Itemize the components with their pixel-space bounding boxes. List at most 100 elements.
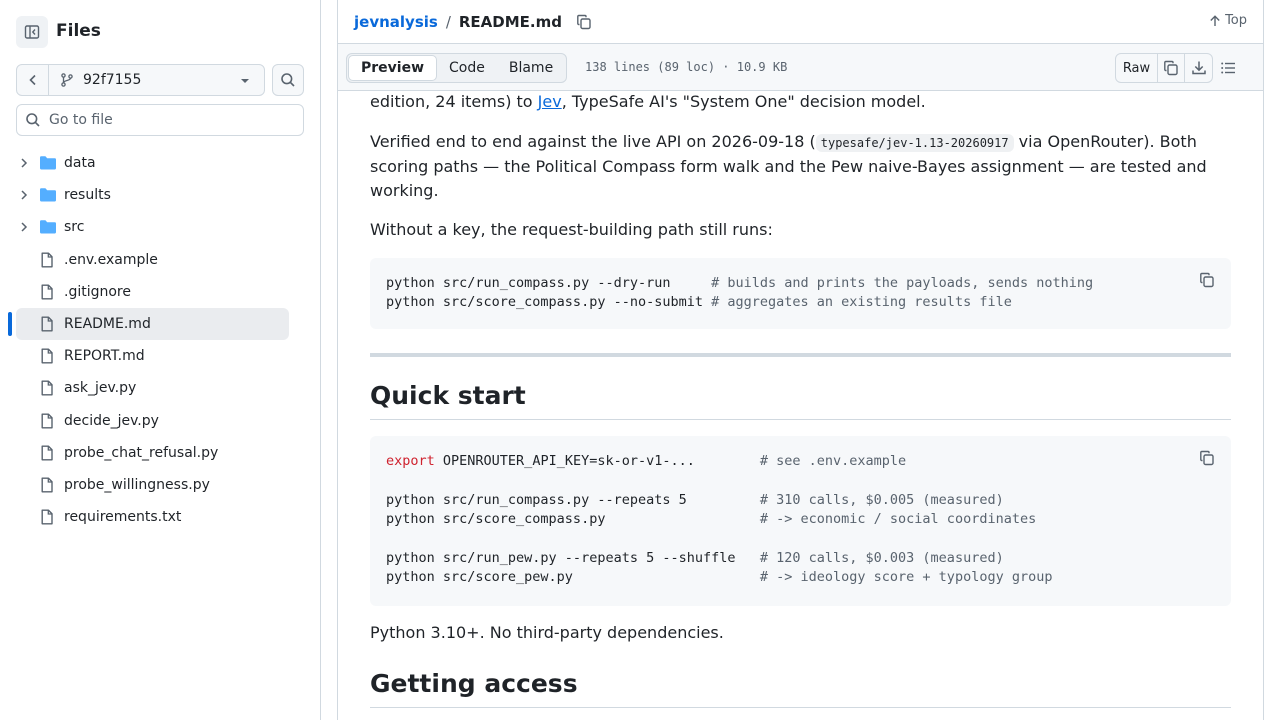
file-icon-wrap (39, 252, 55, 272)
copy-raw-button[interactable] (1158, 54, 1185, 82)
tree-file[interactable]: README.md (0, 307, 320, 340)
copy-icon (1200, 450, 1214, 466)
copy-icon (1200, 272, 1214, 288)
raw-button[interactable]: Raw (1116, 54, 1158, 82)
tree-item-label: probe_chat_refusal.py (64, 444, 219, 461)
tree-file[interactable]: .gitignore (0, 276, 320, 308)
paragraph-text: edition, 24 items) to (370, 92, 538, 111)
file-view: jevnalysis / README.md Top Preview Code … (337, 0, 1264, 720)
file-icon (41, 509, 53, 525)
file-icon-wrap (39, 316, 55, 336)
file-icon (41, 284, 53, 300)
go-to-file (16, 104, 304, 136)
file-icon-wrap (39, 284, 55, 304)
tree-item-label: README.md (64, 315, 151, 332)
code-block: export OPENROUTER_API_KEY=sk-or-v1-... #… (370, 436, 1231, 606)
tree-file[interactable]: decide_jev.py (0, 405, 320, 437)
sidebar-title: Files (56, 21, 101, 41)
search-icon (281, 73, 295, 87)
collapse-sidebar-button[interactable] (16, 16, 48, 48)
file-icon (41, 413, 53, 428)
file-icon (41, 316, 53, 332)
heading-divider (370, 419, 1231, 420)
copy-icon (1164, 60, 1178, 76)
tree-item-label: REPORT.md (64, 348, 145, 365)
file-icon (41, 380, 53, 396)
arrow-up-icon (1210, 14, 1220, 26)
chevron-right-icon (21, 190, 28, 200)
file-icon-wrap (39, 445, 55, 465)
git-branch-icon (61, 73, 73, 87)
download-button[interactable] (1185, 54, 1212, 82)
file-header: jevnalysis / README.md Top (338, 0, 1263, 44)
heading-getting-access: Getting access (370, 669, 578, 698)
tree-folder[interactable]: data (0, 147, 320, 179)
repo-link[interactable]: jevnalysis (354, 12, 438, 32)
code-block: python src/run_compass.py --dry-run # bu… (370, 258, 1231, 329)
tree-file[interactable]: ask_jev.py (0, 372, 320, 404)
tree-item-label: requirements.txt (64, 509, 182, 526)
caret-down-icon (241, 79, 249, 83)
file-meta: 138 lines (89 loc) · 10.9 KB (585, 60, 788, 74)
branch-name: 92f7155 (83, 72, 142, 88)
file-icon (41, 445, 53, 461)
paragraph: edition, 24 items) to Jev, TypeSafe AI's… (370, 91, 1232, 114)
tree-file[interactable]: probe_chat_refusal.py (0, 437, 320, 469)
chevron-left-icon (28, 74, 36, 86)
jev-link[interactable]: Jev (538, 92, 562, 111)
paragraph-text: Verified end to end against the live API… (370, 132, 816, 151)
folder-icon-wrap (39, 219, 57, 239)
folder-icon (40, 220, 56, 234)
sidebar-collapse-icon (24, 25, 40, 39)
scroll-top-link[interactable]: Top (1209, 13, 1247, 28)
top-link-label: Top (1225, 13, 1247, 28)
folder-icon (40, 156, 56, 170)
tree-item-label: probe_willingness.py (64, 476, 210, 493)
copy-path-button[interactable] (576, 14, 592, 30)
branch-select[interactable]: 92f7155 (49, 65, 264, 95)
list-unordered-icon (1221, 62, 1235, 74)
tree-item-label: src (64, 219, 85, 236)
tree-item-label: .gitignore (64, 283, 131, 300)
file-icon (41, 348, 53, 364)
readme-content: edition, 24 items) to Jev, TypeSafe AI's… (370, 91, 1232, 720)
file-icon-wrap (39, 477, 55, 497)
search-icon (26, 113, 40, 127)
search-files-button[interactable] (272, 64, 304, 96)
selected-highlight (16, 307, 289, 340)
download-icon (1191, 61, 1206, 75)
tree-file[interactable]: REPORT.md (0, 340, 320, 372)
folder-icon-wrap (39, 155, 57, 175)
breadcrumb-separator: / (445, 13, 451, 31)
folder-icon (40, 188, 56, 202)
back-button[interactable] (17, 65, 49, 95)
file-toolbar: Preview Code Blame 138 lines (89 loc) · … (338, 44, 1263, 91)
file-icon (41, 477, 53, 493)
branch-selector-group: 92f7155 (16, 64, 265, 96)
tree-item-label: decide_jev.py (64, 412, 159, 429)
tree-file[interactable]: requirements.txt (0, 501, 320, 533)
copy-code-button[interactable] (1199, 450, 1215, 470)
tree-file[interactable]: .env.example (0, 244, 320, 276)
chevron-right-icon (21, 222, 28, 232)
view-mode-tabs: Preview Code Blame (346, 53, 568, 83)
file-actions: Raw (1115, 53, 1213, 83)
outline-button[interactable] (1220, 60, 1236, 80)
file-icon-wrap (39, 509, 55, 529)
paragraph: Without a key, the request-building path… (370, 220, 773, 239)
tree-folder[interactable]: results (0, 179, 320, 211)
go-to-file-input[interactable] (49, 112, 289, 128)
file-icon (41, 252, 53, 268)
heading-divider (370, 707, 1231, 708)
copy-code-button[interactable] (1199, 272, 1215, 292)
folder-icon-wrap (39, 187, 57, 207)
tab-blame[interactable]: Blame (497, 55, 565, 81)
tree-folder[interactable]: src (0, 211, 320, 243)
current-file-name: README.md (458, 13, 562, 31)
tree-item-label: ask_jev.py (64, 380, 137, 397)
tree-file[interactable]: probe_willingness.py (0, 469, 320, 501)
tab-preview[interactable]: Preview (348, 55, 438, 81)
tab-code[interactable]: Code (437, 55, 497, 81)
heading-quick-start: Quick start (370, 381, 526, 410)
paragraph: Verified end to end against the live API… (370, 130, 1231, 203)
